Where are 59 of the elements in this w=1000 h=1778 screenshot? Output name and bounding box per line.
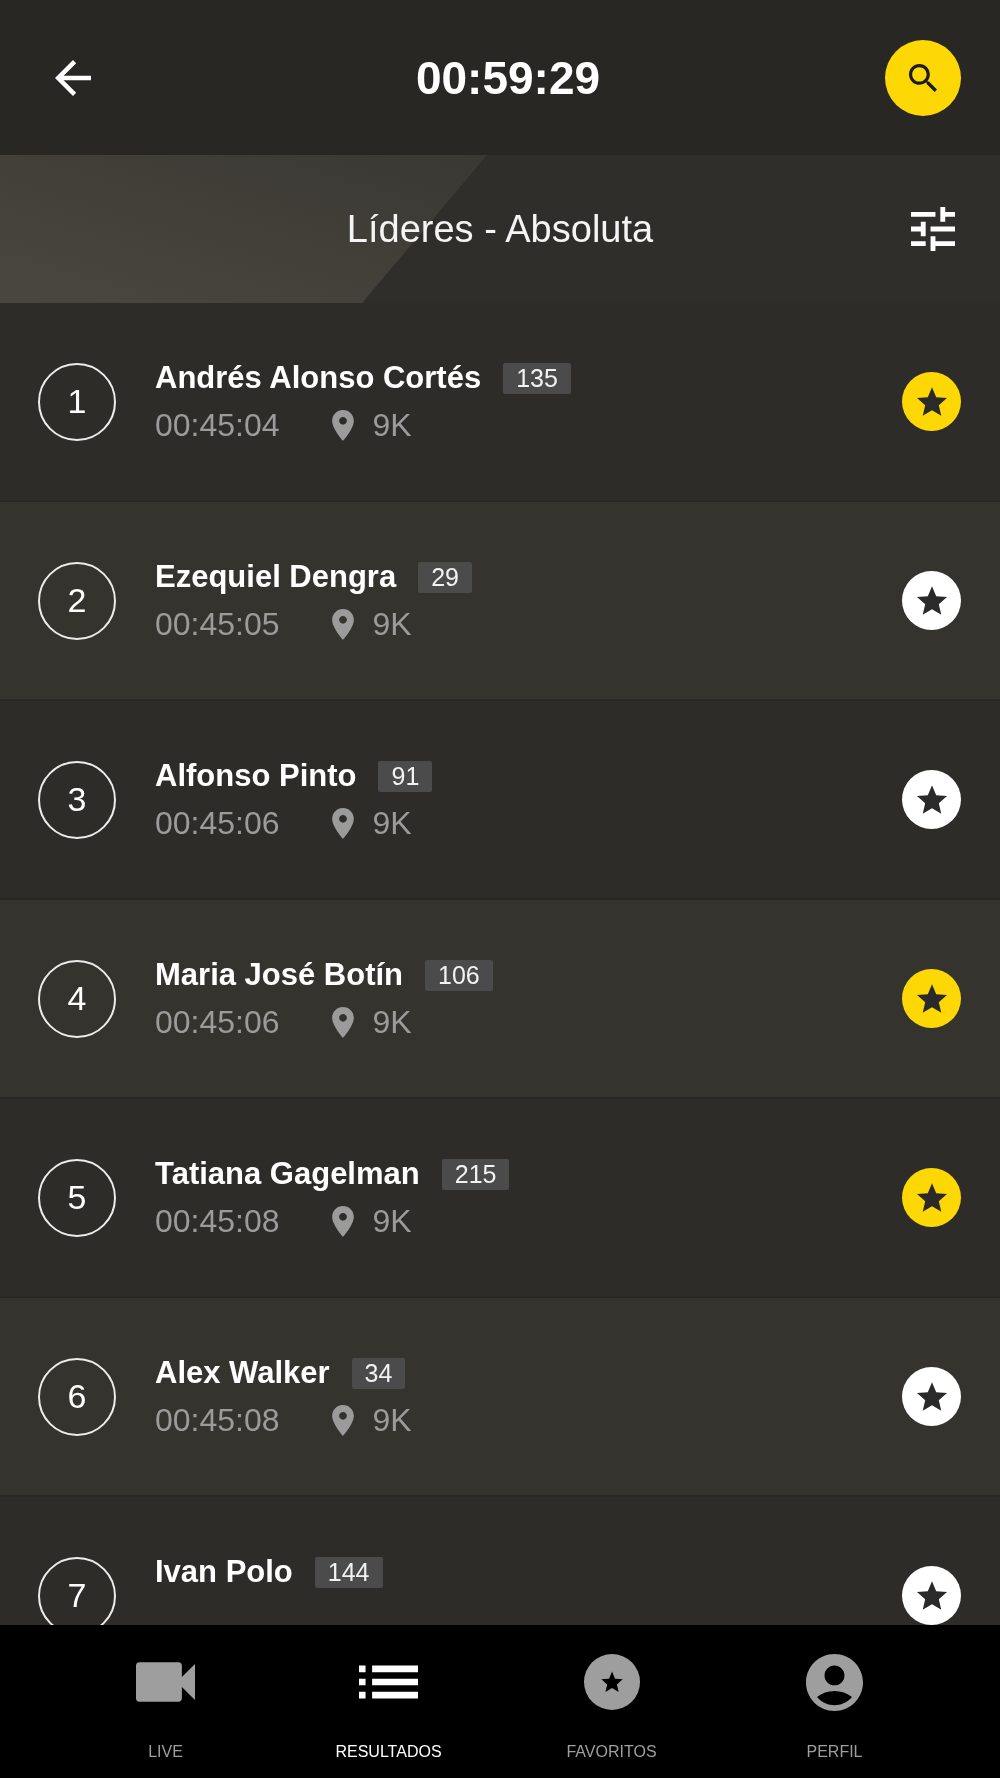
elapsed-time: 00:59:29 xyxy=(415,50,601,106)
bib-number: 106 xyxy=(425,959,493,991)
rank-number: 1 xyxy=(38,362,116,441)
location-pin-icon xyxy=(331,409,354,441)
finish-time: 00:45:05 xyxy=(155,605,280,643)
finish-time: 00:45:06 xyxy=(155,1003,280,1041)
athlete-name: Andrés Alonso Cortés xyxy=(155,359,482,397)
finish-time: 00:45:08 xyxy=(155,1202,280,1240)
search-icon[interactable] xyxy=(909,63,937,92)
nav-tab[interactable]: PERFIL xyxy=(723,1625,946,1778)
back-arrow-icon[interactable] xyxy=(55,59,91,96)
result-row[interactable]: 6 Alex Walker 34 00:45:08 9K xyxy=(0,1298,1000,1497)
location-pin-icon xyxy=(331,1404,354,1436)
nav-tab[interactable]: FAVORITOS xyxy=(500,1625,723,1778)
athlete-name: Tatiana Gagelman xyxy=(155,1155,420,1193)
bib-number: 91 xyxy=(378,760,433,792)
result-row[interactable]: 2 Ezequiel Dengra 29 00:45:05 9K xyxy=(0,502,1000,701)
result-row[interactable]: 4 Maria José Botín 106 00:45:06 9K xyxy=(0,900,1000,1099)
distance-label: 9K xyxy=(372,1401,412,1439)
location-pin-icon xyxy=(331,1205,354,1237)
bib-number: 29 xyxy=(418,561,472,593)
bib-number: 215 xyxy=(441,1158,510,1190)
finish-time: 00:45:04 xyxy=(155,406,280,444)
athlete-name: Ivan Polo xyxy=(155,1553,293,1591)
bib-number: 34 xyxy=(351,1357,406,1389)
athlete-name: Ezequiel Dengra xyxy=(155,558,397,596)
athlete-name: Alfonso Pinto xyxy=(155,757,357,795)
rank-number: 6 xyxy=(38,1357,116,1436)
star-circle-icon[interactable] xyxy=(583,1654,640,1710)
star-icon[interactable] xyxy=(916,1382,947,1411)
rank-number: 5 xyxy=(38,1158,116,1237)
star-icon[interactable] xyxy=(916,785,947,814)
finish-time: 00:45:08 xyxy=(155,1401,280,1439)
star-icon[interactable] xyxy=(916,1183,947,1212)
ranking-title: Líderes - Absoluta xyxy=(346,207,654,252)
rank-number: 3 xyxy=(38,760,116,839)
distance-label: 9K xyxy=(372,804,412,842)
bib-number: 135 xyxy=(503,362,571,394)
distance-label: 9K xyxy=(372,1003,412,1041)
rank-number: 2 xyxy=(38,561,116,640)
rank-number: 4 xyxy=(38,959,116,1038)
location-pin-icon xyxy=(331,807,354,839)
star-icon[interactable] xyxy=(916,1581,947,1610)
star-icon[interactable] xyxy=(916,387,947,416)
athlete-name: Maria José Botín xyxy=(155,956,404,994)
athlete-name: Alex Walker xyxy=(155,1354,330,1392)
star-icon[interactable] xyxy=(916,984,947,1013)
sliders-icon[interactable] xyxy=(911,207,955,251)
distance-label: 9K xyxy=(372,1202,412,1240)
nav-tab[interactable]: RESULTADOS xyxy=(277,1625,500,1778)
bib-number: 144 xyxy=(314,1556,383,1588)
star-icon[interactable] xyxy=(916,586,947,615)
distance-label: 9K xyxy=(372,605,412,643)
finish-time: 00:45:06 xyxy=(155,804,280,842)
location-pin-icon xyxy=(331,1006,354,1038)
nav-tab[interactable]: LIVE xyxy=(54,1625,277,1778)
distance-label: 9K xyxy=(372,406,412,444)
video-camera-icon[interactable] xyxy=(136,1662,195,1702)
location-pin-icon xyxy=(331,608,354,640)
